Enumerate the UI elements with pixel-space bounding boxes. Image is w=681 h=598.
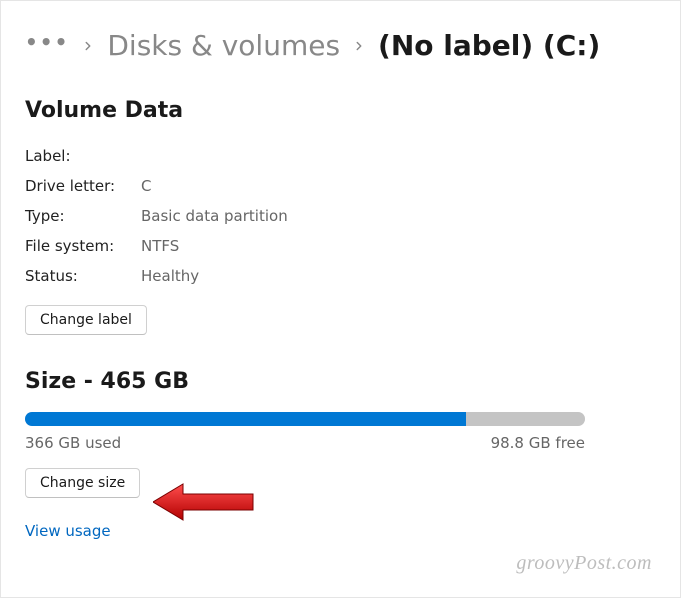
watermark: groovyPost.com [516, 552, 652, 575]
breadcrumb-current: (No label) (C:) [378, 29, 600, 62]
view-usage-link[interactable]: View usage [25, 522, 111, 540]
drive-letter-value: C [141, 177, 151, 195]
breadcrumb-more-icon[interactable]: ••• [25, 32, 69, 60]
status-key: Status: [25, 267, 141, 285]
drive-letter-key: Drive letter: [25, 177, 141, 195]
storage-used-segment [25, 412, 466, 426]
breadcrumb: ••• Disks & volumes (No label) (C:) [25, 29, 656, 62]
breadcrumb-link-disks-volumes[interactable]: Disks & volumes [107, 29, 340, 62]
file-system-value: NTFS [141, 237, 179, 255]
label-key: Label: [25, 147, 141, 165]
storage-labels: 366 GB used 98.8 GB free [25, 434, 585, 452]
change-label-button[interactable]: Change label [25, 305, 147, 335]
file-system-key: File system: [25, 237, 141, 255]
storage-used-label: 366 GB used [25, 434, 121, 452]
storage-progress-bar [25, 412, 585, 426]
status-value: Healthy [141, 267, 199, 285]
type-value: Basic data partition [141, 207, 288, 225]
storage-free-label: 98.8 GB free [491, 434, 585, 452]
type-key: Type: [25, 207, 141, 225]
row-status: Status: Healthy [25, 261, 656, 291]
chevron-right-icon [81, 39, 95, 53]
row-file-system: File system: NTFS [25, 231, 656, 261]
chevron-right-icon [352, 39, 366, 53]
volume-data-table: Label: Drive letter: C Type: Basic data … [25, 141, 656, 291]
row-type: Type: Basic data partition [25, 201, 656, 231]
row-drive-letter: Drive letter: C [25, 171, 656, 201]
row-label: Label: [25, 141, 656, 171]
change-size-button[interactable]: Change size [25, 468, 140, 498]
storage-free-segment [466, 412, 585, 426]
size-heading: Size - 465 GB [25, 369, 656, 394]
volume-data-heading: Volume Data [25, 98, 656, 123]
